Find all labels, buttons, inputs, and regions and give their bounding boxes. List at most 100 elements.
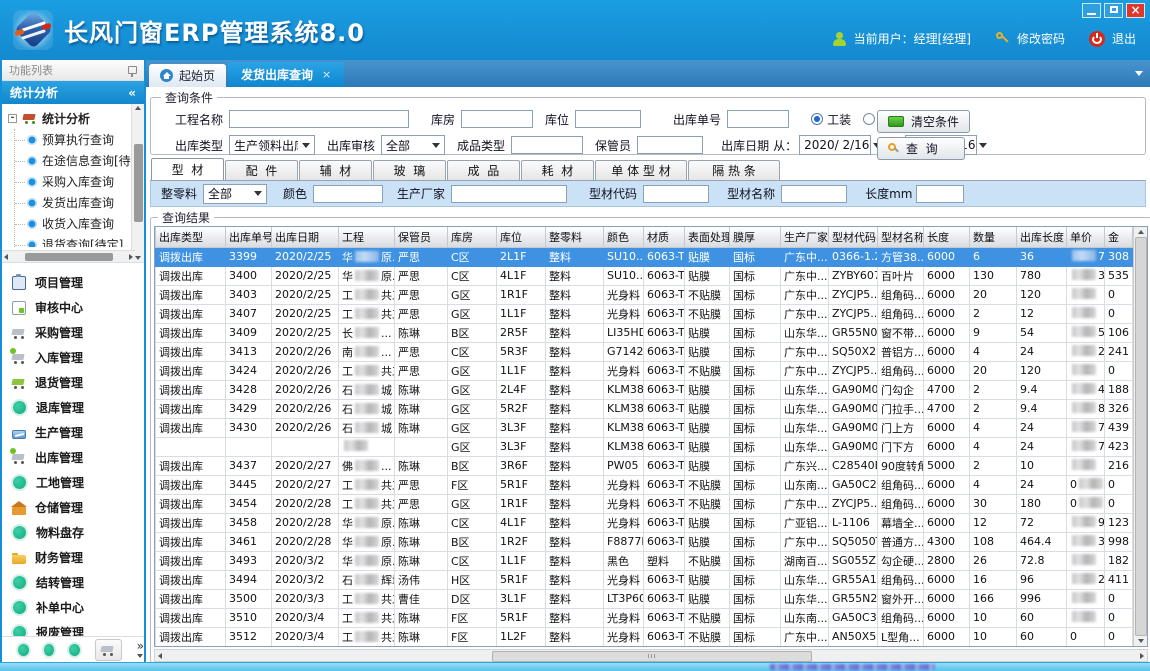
sidebar-item[interactable]: 采购管理 [2, 320, 144, 345]
tree-item[interactable]: 收货入库查询 [15, 213, 144, 234]
column-header[interactable]: 膜厚 [730, 227, 781, 247]
material-tab[interactable]: 辅 材 [299, 160, 372, 180]
column-header[interactable]: 数量 [970, 227, 1017, 247]
table-row[interactable]: 调拨出库35122020/3/4工共工程陈琳F区1L2F整料光身料6063-T5… [156, 627, 1133, 646]
maximize-button[interactable] [1104, 3, 1123, 18]
pin-icon[interactable] [128, 66, 137, 74]
material-tab[interactable]: 型 材 [151, 158, 224, 180]
circle-icon[interactable] [18, 644, 29, 656]
column-header[interactable]: 生产厂家 [781, 227, 829, 247]
warehouse-input[interactable] [461, 110, 533, 128]
sidebar-item[interactable]: 仓储管理 [2, 495, 144, 520]
column-header[interactable]: 工程 [339, 227, 395, 247]
logout-link[interactable]: 退出 [1112, 30, 1136, 47]
tree-item[interactable]: 在途信息查询[待 [15, 150, 144, 171]
material-tab[interactable]: 配 件 [225, 160, 298, 180]
more-button[interactable]: » [137, 642, 144, 658]
table-row[interactable]: 调拨出库35002020/3/3工共工程曹佳D区3L1F整料LT3P606063… [156, 589, 1133, 608]
tab-home[interactable]: 起始页 [149, 64, 226, 87]
table-row[interactable]: 调拨出库34612020/2/28华原...陈琳B区1R2F整料F8877FT6… [156, 532, 1133, 551]
table-row[interactable]: 调拨出库35102020/3/4工共工程陈琳F区5R1F整料光身料6063-T5… [156, 608, 1133, 627]
table-row[interactable]: 调拨出库34302020/2/26石城陈琳G区3L3F整料KLM38176063… [156, 418, 1133, 437]
circle-icon[interactable] [69, 644, 80, 656]
table-row[interactable]: 调拨出库34282020/2/26石城陈琳G区2L4F整料KLM38176063… [156, 380, 1133, 399]
sidebar-item[interactable]: 工地管理 [2, 470, 144, 495]
order-no-input[interactable] [727, 110, 789, 128]
sidebar-item[interactable]: 报废管理 [2, 620, 144, 636]
tab-close-icon[interactable]: × [322, 68, 331, 81]
sidebar-item[interactable]: 审核中心 [2, 295, 144, 320]
tree-item[interactable]: 发货出库查询 [15, 192, 144, 213]
grid-vertical-scrollbar[interactable] [1133, 227, 1147, 646]
material-tab[interactable]: 单 体 型 材 [595, 160, 687, 180]
tree-horizontal-scrollbar[interactable] [2, 250, 135, 262]
column-header[interactable]: 单价 [1067, 227, 1105, 247]
column-header[interactable]: 型材名称 [878, 227, 924, 247]
sidebar-item[interactable]: 出库管理 [2, 445, 144, 470]
cart-shortcut-button[interactable] [95, 639, 122, 661]
close-button[interactable]: × [1126, 3, 1145, 18]
sidebar-item[interactable]: 退货管理 [2, 370, 144, 395]
length-input[interactable] [916, 185, 964, 203]
manufacturer-input[interactable] [451, 185, 567, 203]
change-password-link[interactable]: 修改密码 [1017, 30, 1065, 47]
tree-vertical-scrollbar[interactable] [131, 104, 144, 262]
tree-item[interactable]: 采购入库查询 [15, 171, 144, 192]
table-row[interactable]: 调拨出库34372020/2/27佛...陈琳B区3R6F整料PW056063-… [156, 456, 1133, 475]
column-header[interactable]: 库房 [448, 227, 497, 247]
date-from-select[interactable]: 2020/ 2/16 [799, 135, 871, 155]
table-row[interactable]: 调拨出库34292020/2/26石城陈琳G区5R2F整料KLM38176063… [156, 399, 1133, 418]
column-header[interactable]: 颜色 [604, 227, 644, 247]
column-header[interactable]: 出库类型 [156, 227, 226, 247]
material-tab[interactable]: 耗 材 [521, 160, 594, 180]
sidebar-item[interactable]: 物料盘存 [2, 520, 144, 545]
sidebar-item[interactable]: 入库管理 [2, 345, 144, 370]
minimize-button[interactable] [1082, 3, 1101, 18]
table-row[interactable]: G区3L3F整料KLM38176063-T5贴膜国标山东华...GA90M09.… [156, 437, 1133, 456]
out-type-select[interactable]: 生产领料出库 [229, 135, 315, 155]
profile-code-input[interactable] [643, 185, 709, 203]
product-type-input[interactable] [511, 136, 583, 154]
sidebar-item[interactable]: 项目管理 [2, 270, 144, 295]
material-tab[interactable]: 隔 热 条 [688, 160, 780, 180]
table-row[interactable]: 调拨出库34942020/3/2石辉城汤伟H区5R1F整料光身料6063-T5贴… [156, 570, 1133, 589]
table-row[interactable]: 调拨出库34092020/2/25长...陈琳B区2R5F整料LI35HD606… [156, 323, 1133, 342]
material-tab[interactable]: 玻 璃 [373, 160, 446, 180]
table-row[interactable]: 调拨出库34452020/2/27工共工程严思F区5R1F整料光身料6063-T… [156, 475, 1133, 494]
sidebar-item[interactable]: 生产管理 [2, 420, 144, 445]
sidebar-item[interactable]: 财务管理 [2, 545, 144, 570]
column-header[interactable]: 出库单号 [226, 227, 272, 247]
collapse-icon[interactable]: « [128, 86, 136, 100]
column-header[interactable]: 长度 [924, 227, 970, 247]
column-header[interactable]: 表面处理 [685, 227, 730, 247]
tree-root[interactable]: - 统计分析 [2, 104, 144, 129]
tabbar-dropdown-icon[interactable] [1135, 71, 1143, 76]
gongzhuang-radio-label[interactable]: 工装 [827, 111, 851, 128]
table-row[interactable]: 调拨出库34242020/2/26工共工程严思G区1L1F整料光身料6063-T… [156, 361, 1133, 380]
color-input[interactable] [313, 185, 383, 203]
location-input[interactable] [575, 110, 641, 128]
audit-select[interactable]: 全部 [381, 135, 445, 155]
table-row[interactable]: 调拨出库34032020/2/25工共工程严思G区1R1F整料光身料6063-T… [156, 285, 1133, 304]
tree-item[interactable]: 退货查询[待定] [15, 234, 144, 247]
grid-horizontal-scrollbar[interactable] [154, 649, 1148, 662]
search-button[interactable]: 查 询 [877, 137, 965, 160]
column-header[interactable]: 保管员 [395, 227, 448, 247]
profile-name-input[interactable] [781, 185, 847, 203]
column-header[interactable]: 库位 [497, 227, 546, 247]
jiazhuang-radio[interactable] [863, 113, 875, 125]
column-header[interactable]: 整零料 [546, 227, 604, 247]
gongzhuang-radio[interactable] [811, 113, 823, 125]
column-header[interactable]: 出库长度 [1017, 227, 1067, 247]
tab-shipment-query[interactable]: 发货出库查询 × [228, 62, 344, 87]
column-header[interactable]: 材质 [644, 227, 685, 247]
column-header[interactable]: 型材代码 [829, 227, 878, 247]
table-row[interactable]: 调拨出库34932020/3/2华原...陈琳C区1L1F整料黑色塑料不贴膜国标… [156, 551, 1133, 570]
sidebar-item[interactable]: 结转管理 [2, 570, 144, 595]
material-tab[interactable]: 成 品 [447, 160, 520, 180]
tree-item[interactable]: 预算执行查询 [15, 129, 144, 150]
project-name-input[interactable] [229, 110, 409, 128]
sidebar-item[interactable]: 补单中心 [2, 595, 144, 620]
whole-piece-select[interactable]: 全部 [203, 184, 267, 204]
clear-conditions-button[interactable]: 清空条件 [877, 110, 970, 133]
